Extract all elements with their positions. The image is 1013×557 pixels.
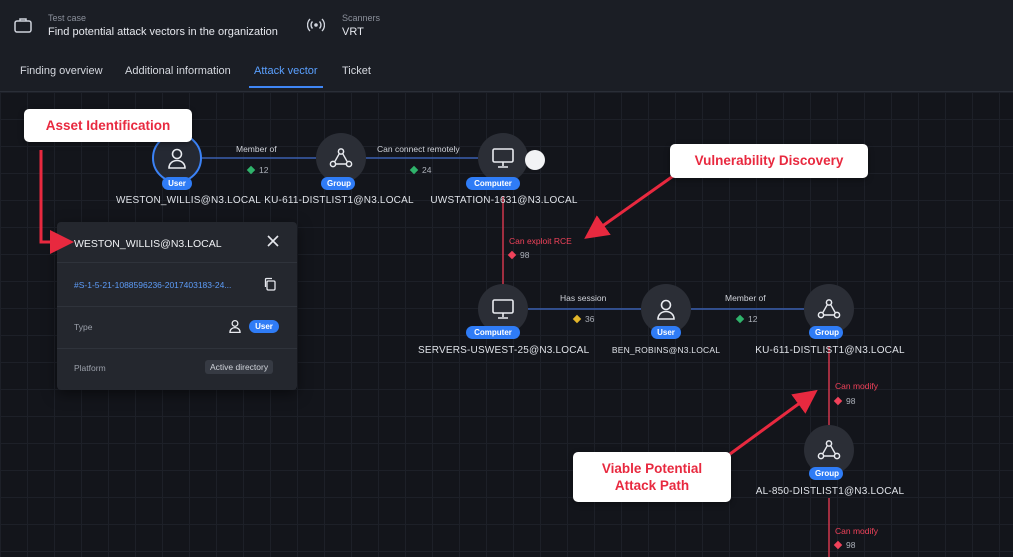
tab-ticket[interactable]: Ticket [342,60,371,88]
tab-finding-overview[interactable]: Finding overview [20,60,103,88]
callout-vulnerability-discovery: Vulnerability Discovery [670,144,868,178]
tab-bar: Finding overview Additional information … [0,60,1013,92]
callout-asset-text: Asset Identification [45,118,171,133]
vuln-arrow [584,172,677,239]
callout-asset-identification: Asset Identification [24,109,192,142]
tab-attack-vector[interactable]: Attack vector [249,60,323,88]
scanners-value: VRT [342,26,364,38]
asset-arrow [39,150,74,254]
finding-header: Test case Find potential attack vectors … [0,0,1013,92]
test-case-value: Find potential attack vectors in the org… [48,26,278,38]
test-case-label: Test case [48,13,87,23]
callout-path-line1: Viable Potential [601,461,703,476]
briefcase-icon [14,17,32,38]
callout-viable-attack-path: Viable Potential Attack Path [573,452,731,502]
tab-additional-information[interactable]: Additional information [125,60,231,88]
broadcast-icon [306,17,326,38]
callout-path-line2: Attack Path [614,478,690,493]
attack-graph-canvas[interactable]: User WESTON_WILLIS@N3.LOCAL Group KU-611… [0,92,1013,557]
path-arrow [729,389,818,456]
callout-vuln-text: Vulnerability Discovery [694,153,844,168]
scanners-label: Scanners [342,13,381,23]
